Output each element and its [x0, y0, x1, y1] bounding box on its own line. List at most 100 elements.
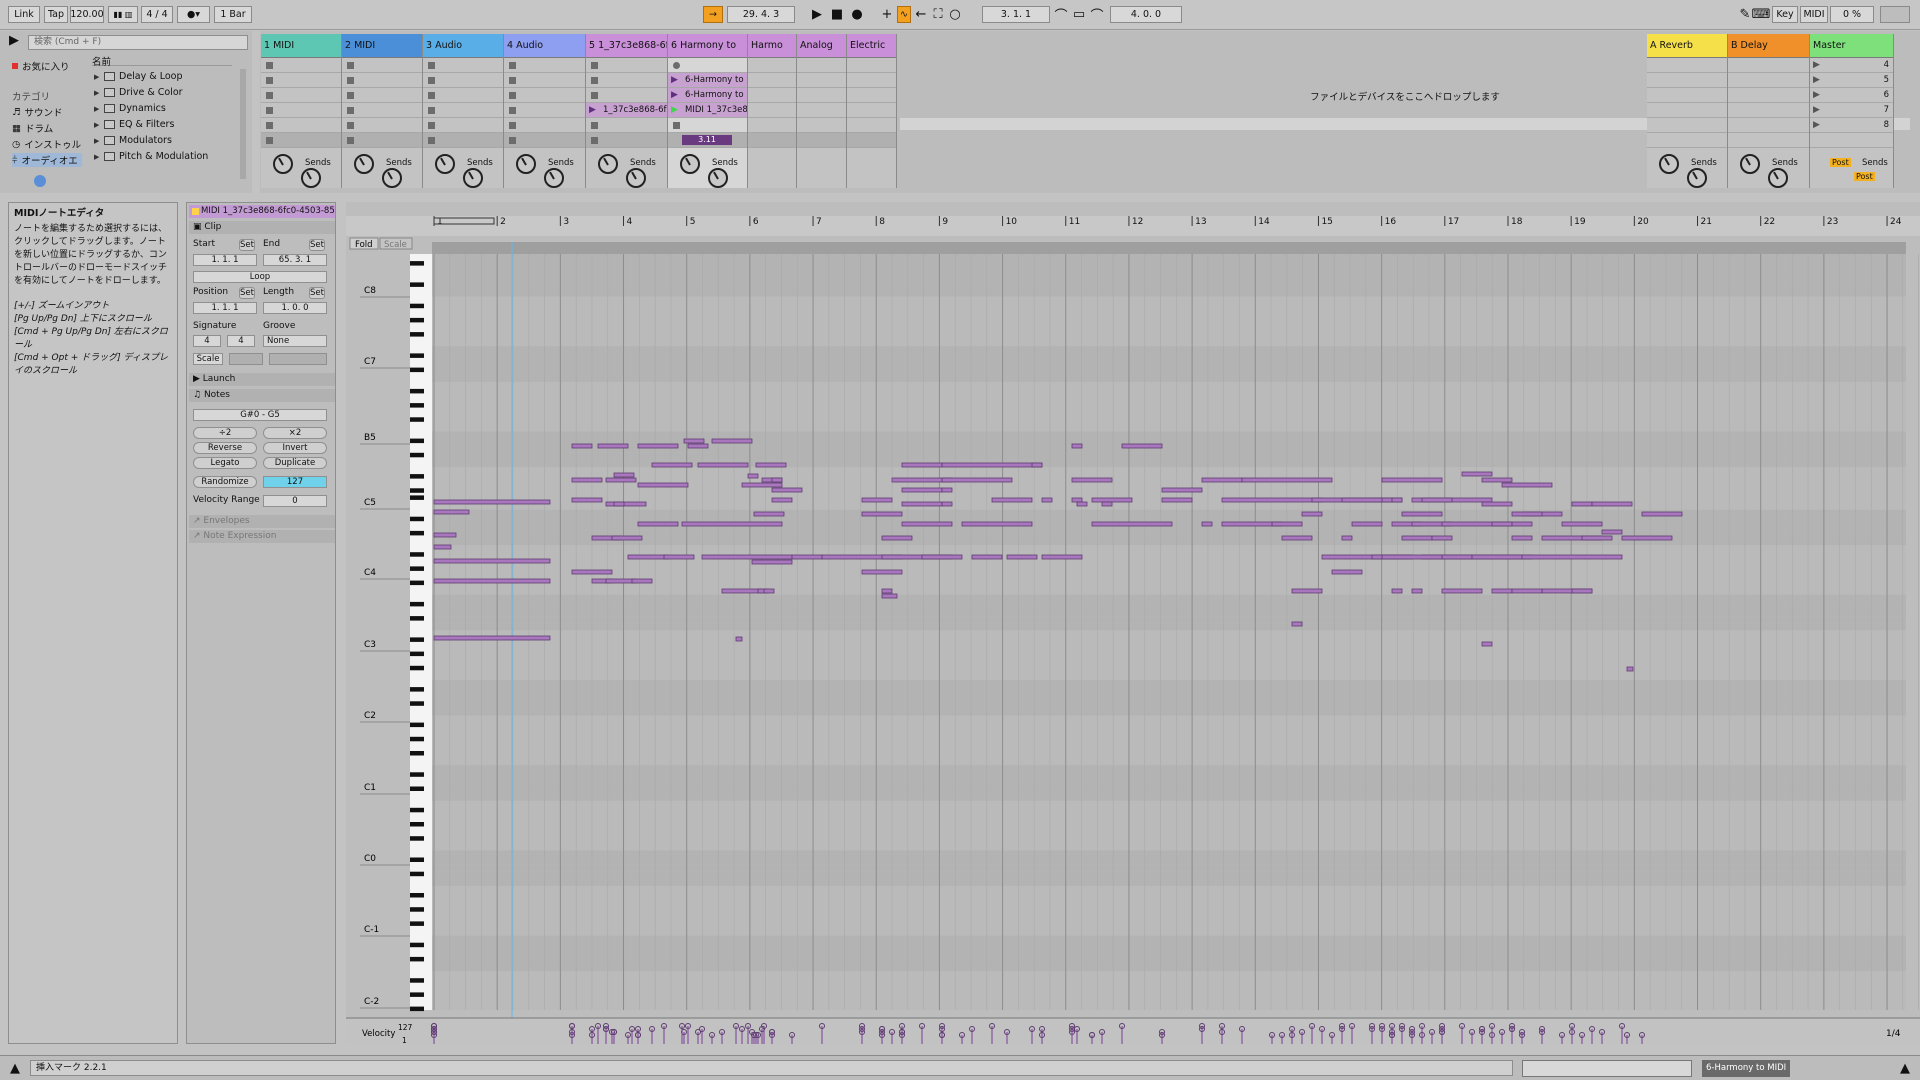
- midi-note[interactable]: [881, 535, 913, 541]
- clip-slot[interactable]: [261, 88, 341, 103]
- midi-note[interactable]: [1581, 535, 1613, 541]
- midi-note[interactable]: [735, 636, 743, 642]
- midi-note[interactable]: [1201, 521, 1213, 527]
- note-expression-section-header[interactable]: ↗ Note Expression: [189, 530, 335, 543]
- overview-thumbnail[interactable]: [1522, 1060, 1692, 1077]
- back-to-arrangement-icon[interactable]: ←: [914, 7, 928, 22]
- scene-launch-icon[interactable]: ▶: [1813, 60, 1820, 70]
- clip-title[interactable]: MIDI 1_37c3e868-6fc0-4503-85: [189, 205, 335, 218]
- midi-note[interactable]: [1041, 554, 1083, 560]
- midi-note[interactable]: [433, 499, 551, 505]
- midi-note[interactable]: [1391, 588, 1403, 594]
- clip-play-icon[interactable]: ▶: [671, 75, 678, 85]
- track-header[interactable]: 6 Harmony to: [668, 34, 747, 58]
- midi-note[interactable]: [1121, 443, 1163, 449]
- midi-note[interactable]: [605, 501, 647, 507]
- folder-item[interactable]: ▶ EQ & Filters: [94, 119, 174, 130]
- folder-item[interactable]: ▶ Pitch & Modulation: [94, 151, 208, 162]
- midi-note[interactable]: [755, 462, 787, 468]
- scale-button[interactable]: Scale: [193, 353, 223, 365]
- clip-slot[interactable]: ▶ MIDI 1_37c3e8: [668, 103, 747, 118]
- folder-item[interactable]: ▶ Dynamics: [94, 103, 166, 114]
- return-slot[interactable]: [1728, 118, 1809, 133]
- send-b-knob[interactable]: [1687, 168, 1707, 188]
- midi-note[interactable]: [1031, 462, 1043, 468]
- clip-slot[interactable]: [423, 58, 503, 73]
- midi-note[interactable]: [1391, 497, 1403, 503]
- midi-note[interactable]: [1331, 569, 1363, 575]
- category-audio-effects[interactable]: ⫩ オーディオエ: [12, 153, 82, 167]
- clip-slot[interactable]: [342, 118, 422, 133]
- track-header[interactable]: Electric: [847, 34, 896, 58]
- envelopes-section-header[interactable]: ↗ Envelopes: [189, 515, 335, 528]
- midi-note[interactable]: [901, 462, 943, 468]
- loop-start-field[interactable]: 3. 1. 1: [982, 6, 1050, 23]
- midi-map-button[interactable]: MIDI: [1800, 6, 1828, 23]
- midi-note[interactable]: [605, 477, 637, 483]
- send-a-knob[interactable]: [680, 154, 700, 174]
- clip-slot[interactable]: [668, 58, 747, 73]
- midi-note[interactable]: [1091, 497, 1133, 503]
- midi-note[interactable]: [1441, 521, 1533, 527]
- clip-slot[interactable]: ▶ 1_37c3e868-6f: [586, 103, 667, 118]
- scene-launch-slot[interactable]: ▶ 4: [1810, 58, 1893, 73]
- send-a-knob[interactable]: [435, 154, 455, 174]
- stop-clips-button[interactable]: [847, 133, 896, 148]
- send-b-knob[interactable]: [626, 168, 646, 188]
- midi-note[interactable]: [1241, 477, 1333, 483]
- midi-note[interactable]: [687, 443, 709, 449]
- midi-note[interactable]: [683, 438, 705, 444]
- midi-note[interactable]: [861, 511, 903, 517]
- midi-note[interactable]: [1411, 588, 1423, 594]
- metronome-icon[interactable]: ▮▮ ▥: [108, 6, 138, 23]
- midi-note[interactable]: [1291, 588, 1323, 594]
- midi-note[interactable]: [1006, 554, 1038, 560]
- clip-slot[interactable]: [748, 58, 796, 73]
- clip-slot[interactable]: [586, 118, 667, 133]
- stop-clips-button[interactable]: [423, 133, 503, 148]
- notes-section-header[interactable]: ♫ Notes: [189, 389, 335, 402]
- midi-note[interactable]: [1341, 535, 1353, 541]
- midi-note[interactable]: [1041, 497, 1053, 503]
- play-icon[interactable]: ▶: [810, 7, 824, 22]
- legato-button[interactable]: Legato: [193, 457, 257, 469]
- clip-slot[interactable]: [261, 118, 341, 133]
- scene-launch-slot[interactable]: ▶ 6: [1810, 88, 1893, 103]
- midi-note[interactable]: [1441, 588, 1483, 594]
- midi-note[interactable]: [611, 535, 643, 541]
- midi-note[interactable]: [971, 554, 1003, 560]
- clip-slot[interactable]: [797, 88, 846, 103]
- midi-note[interactable]: [861, 569, 903, 575]
- info-toggle-icon[interactable]: ▲: [8, 1061, 22, 1076]
- midi-note[interactable]: [613, 472, 635, 478]
- midi-note[interactable]: [1291, 621, 1303, 627]
- position-set-button[interactable]: Set: [239, 287, 255, 299]
- return-slot[interactable]: [1647, 73, 1727, 88]
- automation-arm-icon[interactable]: ∿: [897, 6, 911, 23]
- send-a-knob[interactable]: [598, 154, 618, 174]
- return-slot[interactable]: [1728, 133, 1809, 148]
- capture-icon[interactable]: ⛶: [931, 7, 945, 22]
- clip-slot[interactable]: [504, 103, 585, 118]
- midi-note[interactable]: [433, 532, 457, 538]
- record-icon[interactable]: ●: [850, 7, 864, 22]
- note-range-field[interactable]: G#0 - G5: [193, 409, 327, 421]
- midi-note[interactable]: [1431, 535, 1453, 541]
- scene-launch-slot[interactable]: ▶ 7: [1810, 103, 1893, 118]
- midi-note[interactable]: [1076, 501, 1088, 507]
- tap-button[interactable]: Tap: [44, 6, 68, 23]
- clip-slot[interactable]: [261, 103, 341, 118]
- scene-launch-icon[interactable]: ▶: [1813, 75, 1820, 85]
- category-instruments[interactable]: ◷ インストゥル: [12, 137, 81, 152]
- velocity-range-field[interactable]: 0: [263, 495, 327, 507]
- midi-note[interactable]: [1201, 477, 1243, 483]
- scale-name-select[interactable]: [269, 353, 327, 365]
- send-b-knob[interactable]: [301, 168, 321, 188]
- midi-note[interactable]: [1071, 497, 1083, 503]
- loop-icon[interactable]: ▭: [1072, 7, 1086, 22]
- punch-out-icon[interactable]: ⌒: [1090, 7, 1104, 24]
- favorites-item[interactable]: お気に入り: [12, 59, 70, 73]
- send-a-knob[interactable]: [273, 154, 293, 174]
- clip-slot[interactable]: [423, 88, 503, 103]
- clip-slot[interactable]: ▶ 6-Harmony to M: [668, 88, 747, 103]
